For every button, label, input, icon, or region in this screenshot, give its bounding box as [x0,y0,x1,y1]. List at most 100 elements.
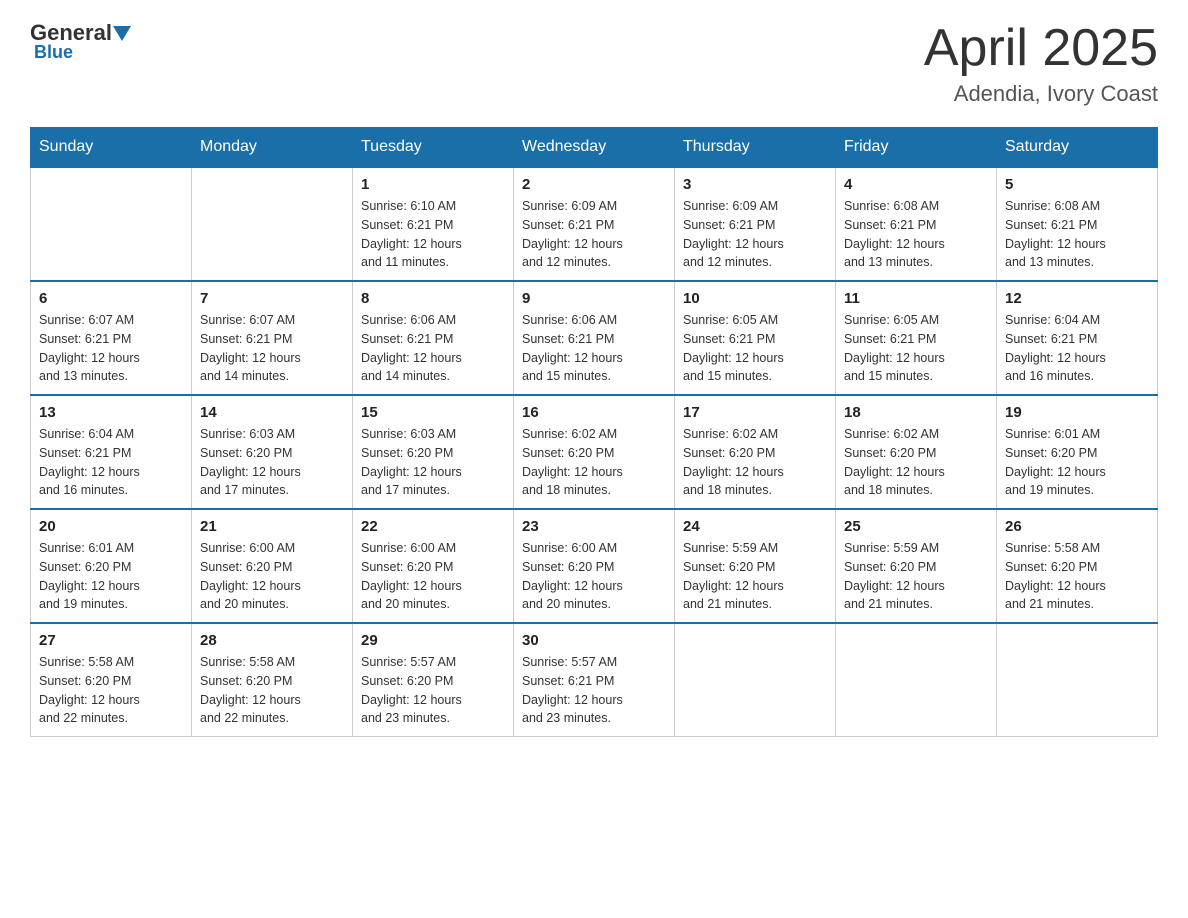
calendar-cell: 23 Sunrise: 6:00 AMSunset: 6:20 PMDayligh… [514,509,675,623]
day-info: Sunrise: 6:00 AMSunset: 6:20 PMDaylight:… [200,539,344,614]
calendar-cell: 30 Sunrise: 5:57 AMSunset: 6:21 PMDayligh… [514,623,675,737]
day-info: Sunrise: 5:57 AMSunset: 6:20 PMDaylight:… [361,653,505,728]
day-number: 12 [1005,290,1149,307]
day-number: 4 [844,176,988,193]
day-number: 2 [522,176,666,193]
day-info: Sunrise: 5:59 AMSunset: 6:20 PMDaylight:… [683,539,827,614]
calendar-week-2: 6 Sunrise: 6:07 AMSunset: 6:21 PMDaylight… [31,281,1158,395]
day-info: Sunrise: 6:02 AMSunset: 6:20 PMDaylight:… [522,425,666,500]
weekday-header-monday: Monday [192,128,353,168]
day-number: 27 [39,632,183,649]
day-number: 13 [39,404,183,421]
day-info: Sunrise: 6:08 AMSunset: 6:21 PMDaylight:… [1005,197,1149,272]
calendar-cell: 25 Sunrise: 5:59 AMSunset: 6:20 PMDayligh… [836,509,997,623]
day-number: 15 [361,404,505,421]
day-number: 3 [683,176,827,193]
calendar-cell: 2Sunrise: 6:09 AMSunset: 6:21 PMDaylight… [514,167,675,281]
calendar-cell [997,623,1158,737]
calendar-cell: 4Sunrise: 6:08 AMSunset: 6:21 PMDaylight… [836,167,997,281]
calendar-cell [836,623,997,737]
day-number: 30 [522,632,666,649]
calendar-cell: 19 Sunrise: 6:01 AMSunset: 6:20 PMDayligh… [997,395,1158,509]
day-info: Sunrise: 6:02 AMSunset: 6:20 PMDaylight:… [683,425,827,500]
day-info: Sunrise: 6:01 AMSunset: 6:20 PMDaylight:… [1005,425,1149,500]
calendar-cell [31,167,192,281]
month-title: April 2025 [924,20,1158,77]
day-info: Sunrise: 6:01 AMSunset: 6:20 PMDaylight:… [39,539,183,614]
weekday-header-wednesday: Wednesday [514,128,675,168]
calendar-cell: 22Sunrise: 6:00 AMSunset: 6:20 PMDayligh… [353,509,514,623]
calendar-cell: 18Sunrise: 6:02 AMSunset: 6:20 PMDayligh… [836,395,997,509]
calendar-cell: 13 Sunrise: 6:04 AMSunset: 6:21 PMDayligh… [31,395,192,509]
calendar-cell: 6 Sunrise: 6:07 AMSunset: 6:21 PMDaylight… [31,281,192,395]
day-info: Sunrise: 5:58 AMSunset: 6:20 PMDaylight:… [200,653,344,728]
day-number: 9 [522,290,666,307]
day-info: Sunrise: 6:00 AMSunset: 6:20 PMDaylight:… [361,539,505,614]
title-area: April 2025 Adendia, Ivory Coast [924,20,1158,107]
day-number: 10 [683,290,827,307]
day-number: 1 [361,176,505,193]
day-number: 17 [683,404,827,421]
day-info: Sunrise: 6:03 AMSunset: 6:20 PMDaylight:… [361,425,505,500]
calendar-table: SundayMondayTuesdayWednesdayThursdayFrid… [30,127,1158,737]
calendar-cell [675,623,836,737]
day-number: 8 [361,290,505,307]
calendar-cell: 29 Sunrise: 5:57 AMSunset: 6:20 PMDayligh… [353,623,514,737]
day-info: Sunrise: 5:58 AMSunset: 6:20 PMDaylight:… [1005,539,1149,614]
day-number: 16 [522,404,666,421]
calendar-cell: 15 Sunrise: 6:03 AMSunset: 6:20 PMDayligh… [353,395,514,509]
day-number: 19 [1005,404,1149,421]
calendar-cell: 28 Sunrise: 5:58 AMSunset: 6:20 PMDayligh… [192,623,353,737]
day-info: Sunrise: 5:57 AMSunset: 6:21 PMDaylight:… [522,653,666,728]
calendar-cell: 27 Sunrise: 5:58 AMSunset: 6:20 PMDayligh… [31,623,192,737]
day-number: 5 [1005,176,1149,193]
day-info: Sunrise: 6:00 AMSunset: 6:20 PMDaylight:… [522,539,666,614]
day-info: Sunrise: 6:04 AMSunset: 6:21 PMDaylight:… [1005,311,1149,386]
day-info: Sunrise: 6:09 AMSunset: 6:21 PMDaylight:… [683,197,827,272]
day-info: Sunrise: 6:06 AMSunset: 6:21 PMDaylight:… [522,311,666,386]
day-number: 7 [200,290,344,307]
calendar-cell: 17 Sunrise: 6:02 AMSunset: 6:20 PMDayligh… [675,395,836,509]
calendar-cell: 1 Sunrise: 6:10 AMSunset: 6:21 PMDaylight… [353,167,514,281]
calendar-cell: 3 Sunrise: 6:09 AMSunset: 6:21 PMDaylight… [675,167,836,281]
calendar-cell: 5 Sunrise: 6:08 AMSunset: 6:21 PMDaylight… [997,167,1158,281]
day-info: Sunrise: 6:04 AMSunset: 6:21 PMDaylight:… [39,425,183,500]
calendar-cell: 10 Sunrise: 6:05 AMSunset: 6:21 PMDayligh… [675,281,836,395]
day-info: Sunrise: 6:02 AMSunset: 6:20 PMDaylight:… [844,425,988,500]
calendar-body: 1 Sunrise: 6:10 AMSunset: 6:21 PMDaylight… [31,167,1158,737]
weekday-header-sunday: Sunday [31,128,192,168]
day-number: 23 [522,518,666,535]
calendar-header: SundayMondayTuesdayWednesdayThursdayFrid… [31,128,1158,168]
day-number: 6 [39,290,183,307]
weekday-header-saturday: Saturday [997,128,1158,168]
day-info: Sunrise: 6:07 AMSunset: 6:21 PMDaylight:… [39,311,183,386]
day-number: 29 [361,632,505,649]
calendar-week-3: 13 Sunrise: 6:04 AMSunset: 6:21 PMDayligh… [31,395,1158,509]
calendar-week-5: 27 Sunrise: 5:58 AMSunset: 6:20 PMDayligh… [31,623,1158,737]
day-number: 14 [200,404,344,421]
day-number: 28 [200,632,344,649]
calendar-cell: 9 Sunrise: 6:06 AMSunset: 6:21 PMDaylight… [514,281,675,395]
calendar-week-4: 20Sunrise: 6:01 AMSunset: 6:20 PMDayligh… [31,509,1158,623]
calendar-cell: 16 Sunrise: 6:02 AMSunset: 6:20 PMDayligh… [514,395,675,509]
weekday-header-thursday: Thursday [675,128,836,168]
logo: General Blue [30,20,132,63]
day-number: 25 [844,518,988,535]
day-info: Sunrise: 6:07 AMSunset: 6:21 PMDaylight:… [200,311,344,386]
day-info: Sunrise: 5:59 AMSunset: 6:20 PMDaylight:… [844,539,988,614]
weekday-header-friday: Friday [836,128,997,168]
calendar-cell [192,167,353,281]
day-number: 24 [683,518,827,535]
logo-blue-text: Blue [34,42,73,62]
day-info: Sunrise: 6:05 AMSunset: 6:21 PMDaylight:… [683,311,827,386]
calendar-cell: 14Sunrise: 6:03 AMSunset: 6:20 PMDayligh… [192,395,353,509]
calendar-cell: 7 Sunrise: 6:07 AMSunset: 6:21 PMDaylight… [192,281,353,395]
day-info: Sunrise: 5:58 AMSunset: 6:20 PMDaylight:… [39,653,183,728]
calendar-cell: 8Sunrise: 6:06 AMSunset: 6:21 PMDaylight… [353,281,514,395]
calendar-cell: 11Sunrise: 6:05 AMSunset: 6:21 PMDayligh… [836,281,997,395]
day-number: 26 [1005,518,1149,535]
day-info: Sunrise: 6:10 AMSunset: 6:21 PMDaylight:… [361,197,505,272]
calendar-cell: 20Sunrise: 6:01 AMSunset: 6:20 PMDayligh… [31,509,192,623]
day-number: 11 [844,290,988,307]
weekday-header-row: SundayMondayTuesdayWednesdayThursdayFrid… [31,128,1158,168]
